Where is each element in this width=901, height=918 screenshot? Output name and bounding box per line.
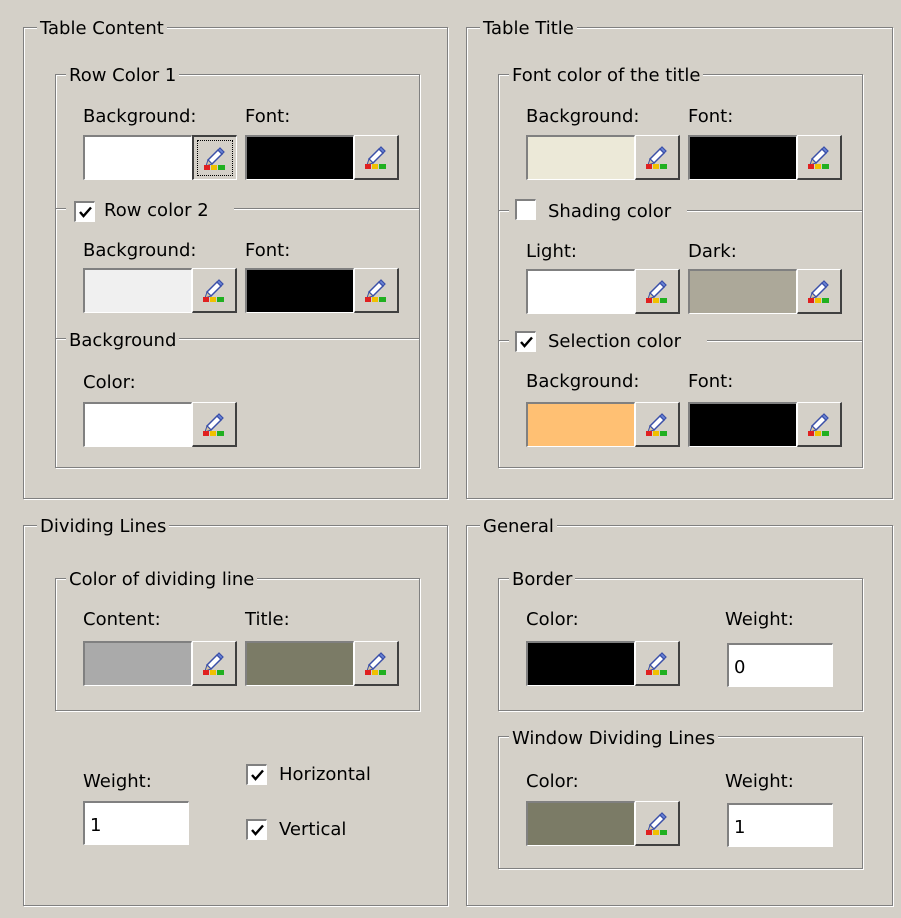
border-color-swatch [526,641,635,686]
selection-font-label: Font: [688,371,734,392]
background-color-picker-button[interactable] [192,402,237,447]
dividing-weight-label: Weight: [83,771,152,792]
check-mark-icon [251,769,264,781]
dark-swatch [688,269,797,314]
border-color-picker-button[interactable] [635,641,680,686]
dark-label: Dark: [688,241,737,262]
border-weight-input[interactable] [727,643,833,687]
title-font-picker-button[interactable] [797,135,842,180]
window-color-picker-button[interactable] [635,801,680,846]
row1-background-swatch [83,135,192,180]
window-dividing-title: Window Dividing Lines [509,728,719,750]
title-font-swatch [688,135,797,180]
light-picker-button[interactable] [635,269,680,314]
border-title: Border [509,569,576,591]
window-weight-label: Weight: [725,771,794,792]
content-label: Content: [83,609,161,630]
border-color-label: Color: [526,609,579,630]
row2-font-picker-button[interactable] [354,268,399,313]
row-color-2-checkbox[interactable] [74,201,95,222]
content-line-picker-button[interactable] [192,641,237,686]
selection-background-label: Background: [526,371,640,392]
row1-font-picker-button[interactable] [354,135,399,180]
dividing-lines-title: Dividing Lines [37,516,170,538]
title-line-picker-button[interactable] [354,641,399,686]
selection-font-swatch [688,402,797,447]
selection-font-picker-button[interactable] [797,402,842,447]
selection-color-checkbox[interactable] [515,331,536,352]
dark-picker-button[interactable] [797,269,842,314]
row2-font-swatch [245,268,354,313]
shading-color-checkbox[interactable] [515,199,536,220]
title-background-picker-button[interactable] [635,135,680,180]
general-title: General [480,516,557,538]
check-mark-icon [251,824,264,836]
content-line-swatch [83,641,192,686]
horizontal-checkbox[interactable] [246,764,267,785]
row1-font-label: Font: [245,106,291,127]
border-weight-label: Weight: [725,609,794,630]
title-background-swatch [526,135,635,180]
dividing-color-title: Color of dividing line [66,569,258,591]
vertical-checkbox[interactable] [246,819,267,840]
light-swatch [526,269,635,314]
row1-background-picker-button[interactable] [192,135,237,180]
window-color-label: Color: [526,771,579,792]
row1-background-label: Background: [83,106,197,127]
selection-background-swatch [526,402,635,447]
title-label: Title: [245,609,290,630]
window-color-swatch [526,801,635,846]
background-color-swatch [83,402,192,447]
row-color-2-label: Row color 2 [104,200,209,221]
font-color-title: Font color of the title [509,65,704,87]
table-content-title: Table Content [37,18,167,40]
row2-font-label: Font: [245,240,291,261]
horizontal-label: Horizontal [279,764,371,785]
window-weight-input[interactable] [727,803,833,847]
row1-font-swatch [245,135,354,180]
row2-background-label: Background: [83,240,197,261]
title-background-label: Background: [526,106,640,127]
row-color-1-title: Row Color 1 [66,65,180,87]
row2-background-picker-button[interactable] [192,268,237,313]
selection-color-label: Selection color [548,331,681,352]
check-mark-icon [79,206,92,218]
dividing-weight-input[interactable] [83,801,189,845]
row2-background-swatch [83,268,192,313]
vertical-label: Vertical [279,819,347,840]
title-line-swatch [245,641,354,686]
shading-color-label: Shading color [548,201,672,222]
check-mark-icon [520,336,533,348]
background-color-label: Color: [83,372,136,393]
background-section-title: Background [66,330,180,352]
title-font-label: Font: [688,106,734,127]
selection-background-picker-button[interactable] [635,402,680,447]
light-label: Light: [526,241,577,262]
table-title-title: Table Title [480,18,577,40]
